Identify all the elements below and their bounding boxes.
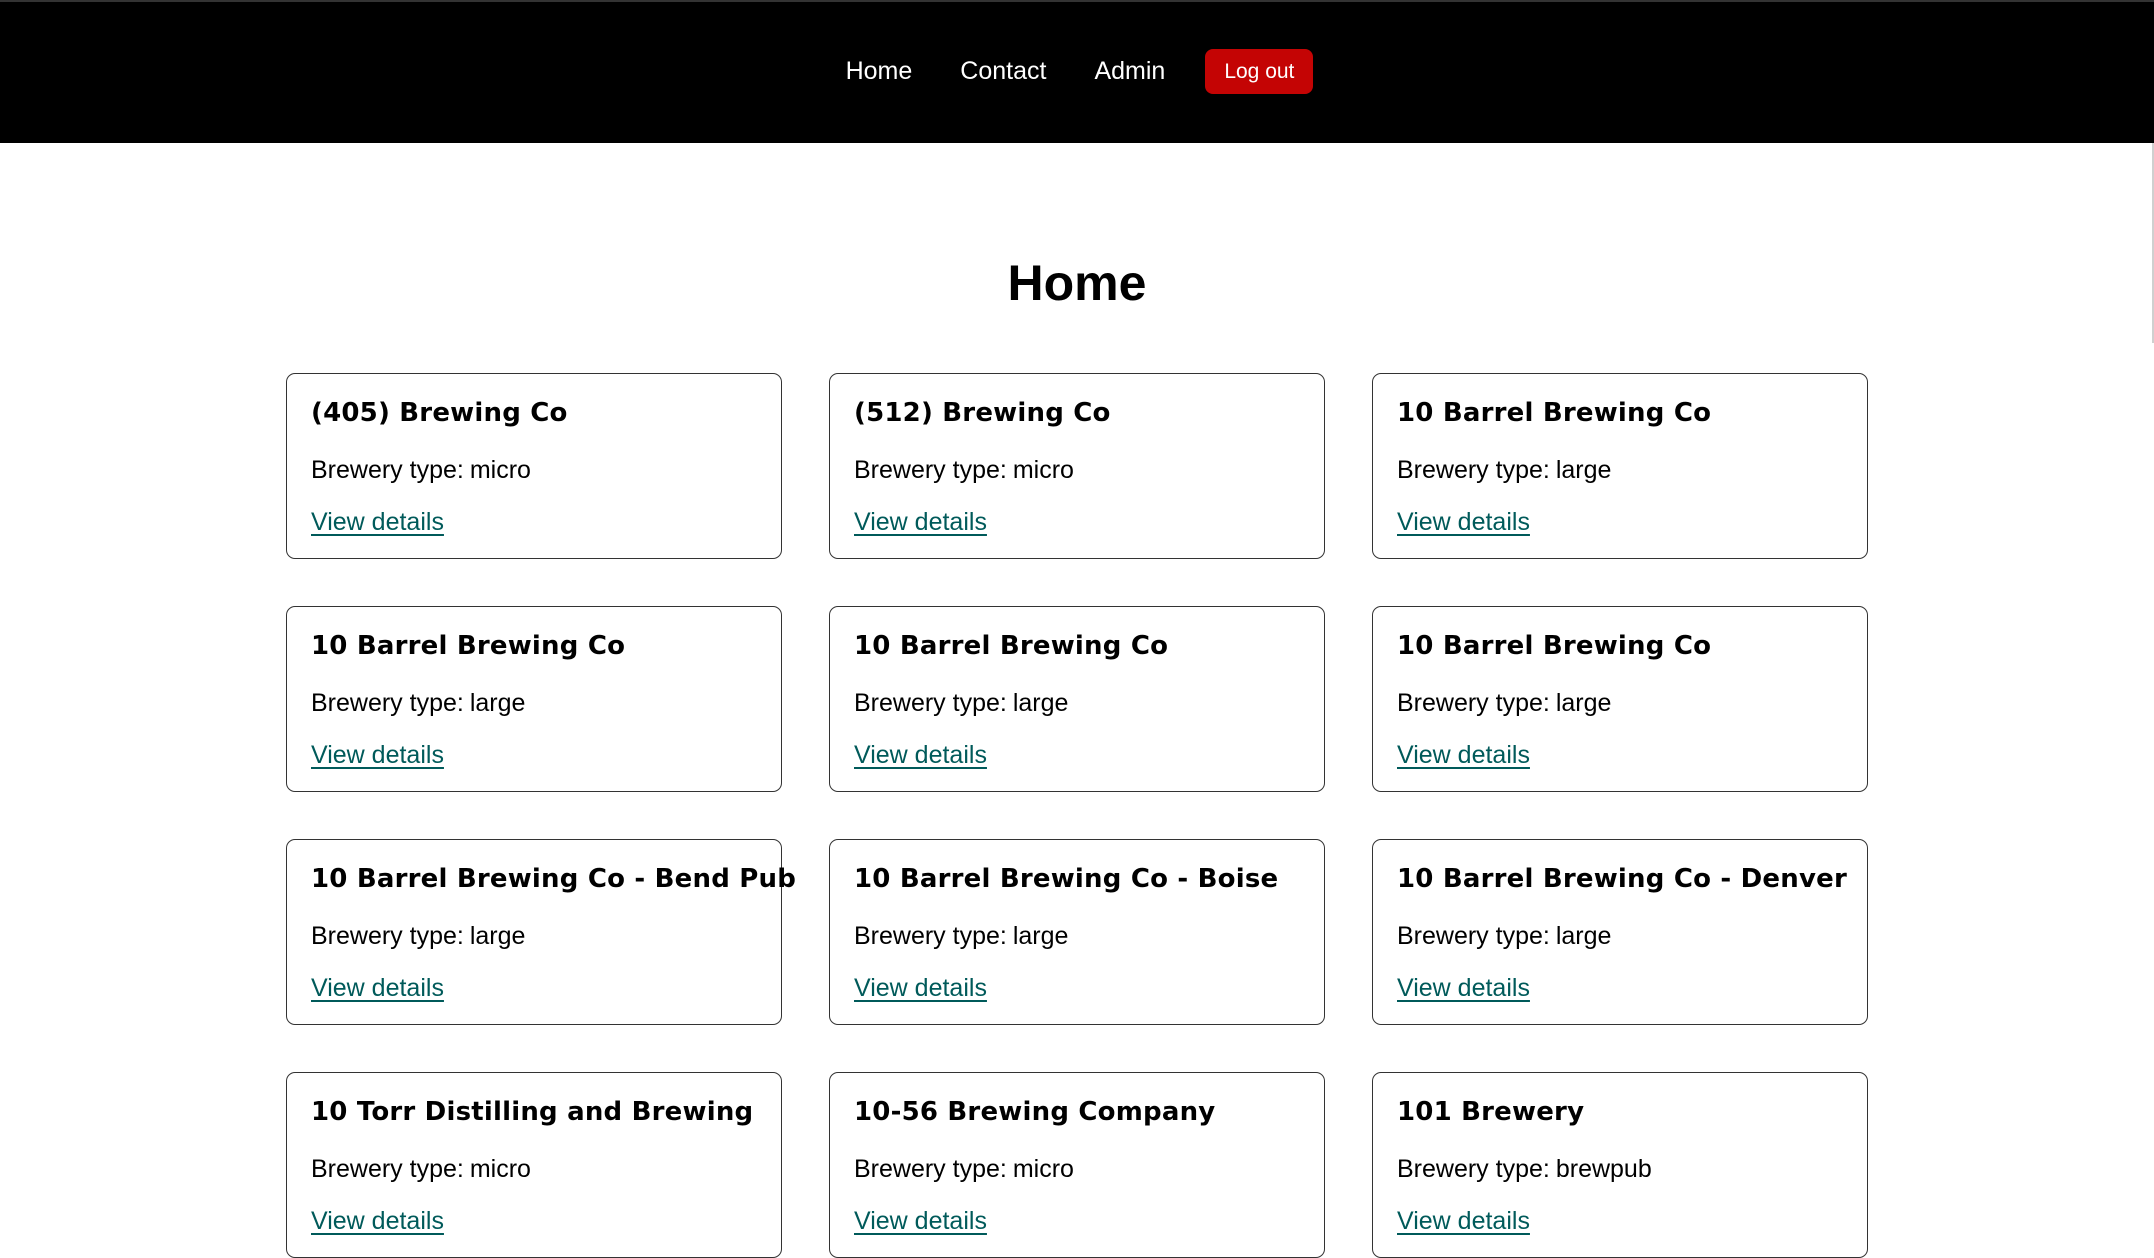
brewery-type-label: Brewery type: bbox=[1397, 456, 1550, 484]
brewery-name: 10 Barrel Brewing Co bbox=[1397, 631, 1712, 661]
view-details-link[interactable]: View details bbox=[854, 741, 987, 770]
view-details-link[interactable]: View details bbox=[1397, 508, 1530, 537]
view-details-link[interactable]: View details bbox=[311, 974, 444, 1003]
brewery-type-label: Brewery type: bbox=[1397, 1155, 1550, 1183]
brewery-type: Brewery type: large bbox=[1397, 456, 1611, 485]
brewery-type-label: Brewery type: bbox=[1397, 922, 1550, 950]
brewery-name: 10 Barrel Brewing Co bbox=[854, 631, 1169, 661]
brewery-name: 10 Barrel Brewing Co bbox=[311, 631, 626, 661]
brewery-type: Brewery type: micro bbox=[854, 456, 1074, 485]
view-details-link[interactable]: View details bbox=[1397, 1207, 1530, 1236]
brewery-type-value: micro bbox=[1012, 456, 1074, 484]
brewery-type: Brewery type: large bbox=[1397, 922, 1611, 951]
brewery-card: 10 Barrel Brewing Co Brewery type: large … bbox=[1372, 606, 1868, 792]
brewery-type: Brewery type: micro bbox=[854, 1155, 1074, 1184]
brewery-type: Brewery type: large bbox=[854, 922, 1068, 951]
brewery-type: Brewery type: brewpub bbox=[1397, 1155, 1652, 1184]
view-details-link[interactable]: View details bbox=[854, 508, 987, 537]
brewery-type-value: brewpub bbox=[1555, 1155, 1652, 1183]
brewery-grid: (405) Brewing Co Brewery type: micro View… bbox=[286, 373, 1868, 1258]
brewery-card: 10 Barrel Brewing Co Brewery type: large … bbox=[829, 606, 1325, 792]
view-details-link[interactable]: View details bbox=[311, 741, 444, 770]
brewery-name: 10 Barrel Brewing Co - Bend Pub bbox=[311, 864, 797, 894]
nav-link-admin[interactable]: Admin bbox=[1094, 57, 1165, 86]
brewery-card: (405) Brewing Co Brewery type: micro View… bbox=[286, 373, 782, 559]
nav-links: Home Contact Admin Log out bbox=[846, 49, 1314, 94]
nav-link-contact[interactable]: Contact bbox=[960, 57, 1046, 86]
brewery-type-value: micro bbox=[469, 1155, 531, 1183]
brewery-type-value: large bbox=[469, 689, 526, 717]
brewery-type-label: Brewery type: bbox=[854, 456, 1007, 484]
brewery-type: Brewery type: large bbox=[854, 689, 1068, 718]
brewery-card: 10 Torr Distilling and Brewing Brewery t… bbox=[286, 1072, 782, 1258]
brewery-name: (512) Brewing Co bbox=[854, 398, 1111, 428]
view-details-link[interactable]: View details bbox=[311, 508, 444, 537]
brewery-name: 10 Torr Distilling and Brewing bbox=[311, 1097, 754, 1127]
top-navbar: Home Contact Admin Log out bbox=[0, 0, 2154, 143]
view-details-link[interactable]: View details bbox=[311, 1207, 444, 1236]
brewery-card: 10 Barrel Brewing Co Brewery type: large … bbox=[1372, 373, 1868, 559]
brewery-card: 10 Barrel Brewing Co Brewery type: large … bbox=[286, 606, 782, 792]
brewery-name: 101 Brewery bbox=[1397, 1097, 1585, 1127]
brewery-type-label: Brewery type: bbox=[311, 689, 464, 717]
brewery-name: 10 Barrel Brewing Co bbox=[1397, 398, 1712, 428]
brewery-type-value: large bbox=[469, 922, 526, 950]
brewery-type-label: Brewery type: bbox=[311, 1155, 464, 1183]
brewery-type-value: large bbox=[1555, 689, 1612, 717]
brewery-type-value: large bbox=[1555, 456, 1612, 484]
brewery-type: Brewery type: large bbox=[311, 922, 525, 951]
brewery-type: Brewery type: large bbox=[311, 689, 525, 718]
brewery-type-value: micro bbox=[1012, 1155, 1074, 1183]
brewery-type-value: large bbox=[1012, 922, 1069, 950]
brewery-type-label: Brewery type: bbox=[311, 456, 464, 484]
brewery-type-value: large bbox=[1012, 689, 1069, 717]
brewery-card: 101 Brewery Brewery type: brewpub View de… bbox=[1372, 1072, 1868, 1258]
brewery-card: (512) Brewing Co Brewery type: micro View… bbox=[829, 373, 1325, 559]
brewery-type-label: Brewery type: bbox=[311, 922, 464, 950]
brewery-type: Brewery type: large bbox=[1397, 689, 1611, 718]
brewery-type: Brewery type: micro bbox=[311, 456, 531, 485]
brewery-name: 10 Barrel Brewing Co - Boise bbox=[854, 864, 1279, 894]
view-details-link[interactable]: View details bbox=[854, 974, 987, 1003]
view-details-link[interactable]: View details bbox=[854, 1207, 987, 1236]
view-details-link[interactable]: View details bbox=[1397, 741, 1530, 770]
brewery-name: 10 Barrel Brewing Co - Denver bbox=[1397, 864, 1847, 894]
brewery-card: 10 Barrel Brewing Co - Denver Brewery ty… bbox=[1372, 839, 1868, 1025]
brewery-type-value: micro bbox=[469, 456, 531, 484]
brewery-card: 10 Barrel Brewing Co - Boise Brewery typ… bbox=[829, 839, 1325, 1025]
brewery-type-value: large bbox=[1555, 922, 1612, 950]
brewery-card: 10-56 Brewing Company Brewery type: micro… bbox=[829, 1072, 1325, 1258]
view-details-link[interactable]: View details bbox=[1397, 974, 1530, 1003]
brewery-type-label: Brewery type: bbox=[854, 922, 1007, 950]
nav-link-home[interactable]: Home bbox=[846, 57, 913, 86]
brewery-name: (405) Brewing Co bbox=[311, 398, 568, 428]
page-title: Home bbox=[1007, 255, 1147, 311]
brewery-type: Brewery type: micro bbox=[311, 1155, 531, 1184]
brewery-type-label: Brewery type: bbox=[854, 1155, 1007, 1183]
brewery-type-label: Brewery type: bbox=[854, 689, 1007, 717]
brewery-name: 10-56 Brewing Company bbox=[854, 1097, 1216, 1127]
logout-button[interactable]: Log out bbox=[1205, 49, 1314, 94]
brewery-type-label: Brewery type: bbox=[1397, 689, 1550, 717]
brewery-card: 10 Barrel Brewing Co - Bend Pub Brewery … bbox=[286, 839, 796, 1025]
